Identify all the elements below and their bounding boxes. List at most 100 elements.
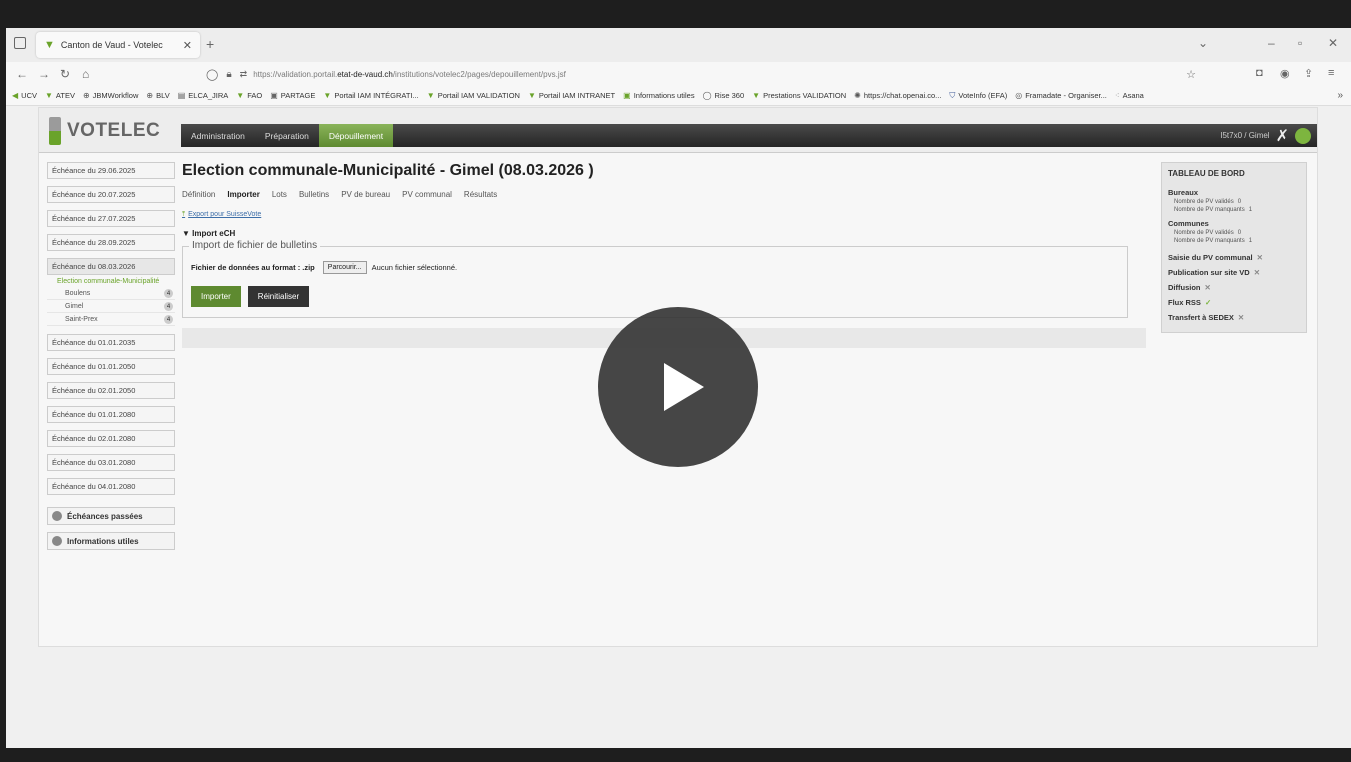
home-icon[interactable]: ⌂ xyxy=(82,67,89,81)
sidebar-item-echeance[interactable]: Échéance du 02.01.2080 xyxy=(47,430,175,447)
browse-button[interactable]: Parcourir... xyxy=(322,261,367,274)
pocket-icon[interactable]: ◘ xyxy=(1256,67,1263,79)
bookmark-item[interactable]: ▼ Portail IAM VALIDATION xyxy=(427,91,520,100)
sidebar-item-echeance[interactable]: Échéance du 02.01.2050 xyxy=(47,382,175,399)
tab-bulletins[interactable]: Bulletins xyxy=(299,190,329,199)
minimize-icon[interactable]: – xyxy=(1268,36,1275,50)
tab-importer[interactable]: Importer xyxy=(227,190,259,199)
action-publication[interactable]: Publication sur site VD ✕ xyxy=(1168,268,1300,277)
close-window-icon[interactable]: ✕ xyxy=(1328,36,1338,50)
sidebar-group-echeances-passees[interactable]: Échéances passées xyxy=(47,507,175,525)
account-icon[interactable]: ◉ xyxy=(1280,67,1290,80)
bookmark-item[interactable]: ▼ Prestations VALIDATION xyxy=(752,91,846,100)
communes-manquants: Nombre de PV manquants 1 xyxy=(1174,238,1253,244)
action-diffusion[interactable]: Diffusion ✕ xyxy=(1168,283,1300,292)
export-link[interactable]: ⤒ Export pour SuisseVote xyxy=(182,211,1146,219)
bookmark-item[interactable]: ◎ Framadate - Organiser... xyxy=(1015,91,1107,100)
menu-depouillement[interactable]: Dépouillement xyxy=(318,124,394,147)
vaud-emblem-icon xyxy=(49,117,61,145)
power-icon[interactable] xyxy=(1295,127,1311,144)
play-icon xyxy=(664,363,704,411)
sidebar-item-echeance[interactable]: Échéance du 27.07.2025 xyxy=(47,210,175,227)
menu-administration[interactable]: Administration xyxy=(181,124,255,147)
bookmark-item[interactable]: ▼ Portail IAM INTÉGRATI... xyxy=(323,91,418,100)
tab-pv-bureau[interactable]: PV de bureau xyxy=(341,190,390,199)
main-menu: Administration Préparation Dépouillement… xyxy=(181,124,1317,147)
bookmark-icon: ▼ xyxy=(236,91,245,100)
tab-strip: ▼ Canton de Vaud - Votelec ✕ + ⌄ – ▫ ✕ xyxy=(6,28,1351,62)
bookmark-icon: ▣ xyxy=(623,91,631,100)
action-saisie-pv[interactable]: Saisie du PV communal ✕ xyxy=(1168,253,1300,262)
tab-definition[interactable]: Définition xyxy=(182,190,215,199)
menu-preparation[interactable]: Préparation xyxy=(255,124,319,147)
bookmark-item[interactable]: ⊕ JBMWorkflow xyxy=(83,91,138,100)
sidebar-child-saint-prex[interactable]: Saint-Prex 4 xyxy=(47,313,175,326)
globe-icon: ⊕ xyxy=(146,91,154,100)
new-tab-icon[interactable]: + xyxy=(206,36,214,52)
tab-lots[interactable]: Lots xyxy=(272,190,287,199)
sidebar-item-echeance[interactable]: Échéance du 04.01.2080 xyxy=(47,478,175,495)
bookmark-star-icon[interactable]: ☆ xyxy=(1186,68,1196,81)
cross-icon: ✕ xyxy=(1204,283,1211,292)
close-tab-icon[interactable]: ✕ xyxy=(183,39,192,52)
info-icon xyxy=(52,511,62,521)
tab-pv-communal[interactable]: PV communal xyxy=(402,190,452,199)
file-row: Fichier de données au format : .zip Parc… xyxy=(191,261,1119,274)
sidebar-item-echeance[interactable]: Échéance du 03.01.2080 xyxy=(47,454,175,471)
left-sidebar: Échéance du 29.06.2025 Échéance du 20.07… xyxy=(47,162,175,550)
sidebar-item-echeance[interactable]: Échéance du 01.01.2035 xyxy=(47,334,175,351)
sidebar-child-boulens[interactable]: Boulens 4 xyxy=(47,287,175,300)
import-ech-toggle[interactable]: ▼ Import eCH xyxy=(182,229,1146,238)
bookmark-item[interactable]: ▤ ELCA_JIRA xyxy=(178,91,229,100)
bookmark-item[interactable]: ◯ Rise 360 xyxy=(703,91,745,100)
restore-icon[interactable]: ▫ xyxy=(1298,36,1302,50)
user-label: I5t7x0 / Gimel xyxy=(1220,131,1270,140)
bookmark-item[interactable]: ▼ Portail IAM INTRANET xyxy=(528,91,615,100)
nav-bar: ← → ↻ ⌂ ◯ 🔒︎ ⇄ https://validation.portai… xyxy=(6,62,1351,86)
action-flux-rss[interactable]: Flux RSS ✓ xyxy=(1168,298,1300,307)
video-play-button[interactable] xyxy=(598,307,758,467)
back-icon[interactable]: ← xyxy=(16,67,28,81)
user-info: I5t7x0 / Gimel ✗ xyxy=(1220,126,1317,146)
sidebar-group-informations-utiles[interactable]: Informations utiles xyxy=(47,532,175,550)
action-transfert-sedex[interactable]: Transfert à SEDEX ✕ xyxy=(1168,313,1300,322)
bookmark-item[interactable]: ▣ PARTAGE xyxy=(270,91,315,100)
tab-overflow-icon[interactable]: ⌄ xyxy=(1198,36,1208,50)
image-icon: ▣ xyxy=(270,91,278,100)
reset-button[interactable]: Réinitialiser xyxy=(247,286,310,307)
file-label: Fichier de données au format : .zip xyxy=(191,263,315,272)
browser-tab[interactable]: ▼ Canton de Vaud - Votelec ✕ xyxy=(36,32,200,58)
tab-list-icon[interactable] xyxy=(14,37,26,49)
bookmark-item[interactable]: ⛉ VoteInfo (EFA) xyxy=(949,91,1007,101)
tab-resultats[interactable]: Résultats xyxy=(464,190,497,199)
bookmark-item[interactable]: ⁖ Asana xyxy=(1115,91,1144,100)
bookmark-item[interactable]: ⊕ BLV xyxy=(146,91,169,100)
bookmark-icon: ▼ xyxy=(752,91,761,100)
sidebar-item-open[interactable]: Échéance du 08.03.2026 xyxy=(47,258,175,275)
bookmark-item[interactable]: ◀ UCV xyxy=(12,91,37,100)
sidebar-child-gimel[interactable]: Gimel 4 xyxy=(47,300,175,313)
chevron-right-icon[interactable]: » xyxy=(1337,90,1343,101)
import-button[interactable]: Importer xyxy=(191,286,241,307)
openai-icon: ✺ xyxy=(854,91,861,100)
bookmark-item[interactable]: ▣ Informations utiles xyxy=(623,91,694,100)
sidebar-item-echeance[interactable]: Échéance du 20.07.2025 xyxy=(47,186,175,203)
sidebar-item-echeance[interactable]: Échéance du 01.01.2080 xyxy=(47,406,175,423)
forward-icon[interactable]: → xyxy=(38,67,50,81)
no-file-text: Aucun fichier sélectionné. xyxy=(371,263,458,272)
tools-icon[interactable]: ✗ xyxy=(1276,126,1289,146)
sidebar-item-echeance[interactable]: Échéance du 01.01.2050 xyxy=(47,358,175,375)
cross-icon: ✕ xyxy=(1253,268,1260,277)
bookmark-item[interactable]: ▼ ATEV xyxy=(45,91,75,100)
reload-icon[interactable]: ↻ xyxy=(60,67,70,81)
menu-icon[interactable]: ≡ xyxy=(1328,67,1334,79)
url-bar[interactable]: ◯ 🔒︎ ⇄ https://validation.portail. etat-d… xyxy=(206,64,1196,84)
sidebar-item-echeance[interactable]: Échéance du 28.09.2025 xyxy=(47,234,175,251)
sidebar-item-echeance[interactable]: Échéance du 29.06.2025 xyxy=(47,162,175,179)
extensions-icon[interactable]: ⇪ xyxy=(1304,67,1313,80)
permissions-icon: ⇄ xyxy=(239,68,248,79)
brand-name: VOTELEC xyxy=(67,120,161,141)
sidebar-sub-election[interactable]: Election communale-Municipalité xyxy=(47,278,175,285)
bookmark-item[interactable]: ▼ FAO xyxy=(236,91,262,100)
bookmark-item[interactable]: ✺ https://chat.openai.co... xyxy=(854,91,941,100)
